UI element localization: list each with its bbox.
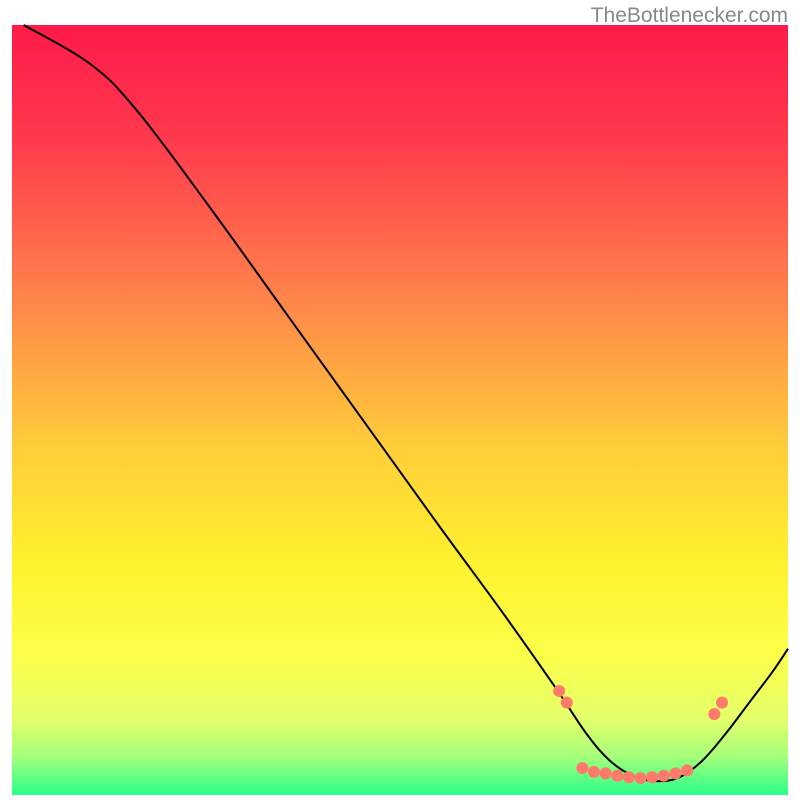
- scatter-point: [600, 767, 612, 779]
- scatter-point: [576, 762, 588, 774]
- gradient-background: [12, 25, 788, 795]
- scatter-point: [681, 764, 693, 776]
- scatter-point: [670, 767, 682, 779]
- scatter-point: [561, 697, 573, 709]
- scatter-point: [658, 770, 670, 782]
- scatter-point: [708, 708, 720, 720]
- scatter-point: [588, 766, 600, 778]
- bottleneck-chart: TheBottlenecker.com: [0, 0, 800, 800]
- scatter-point: [623, 771, 635, 783]
- scatter-point: [646, 771, 658, 783]
- scatter-point: [553, 685, 565, 697]
- scatter-point: [716, 697, 728, 709]
- scatter-point: [635, 772, 647, 784]
- scatter-point: [611, 770, 623, 782]
- chart-svg: [0, 0, 800, 800]
- watermark-text: TheBottlenecker.com: [591, 4, 788, 28]
